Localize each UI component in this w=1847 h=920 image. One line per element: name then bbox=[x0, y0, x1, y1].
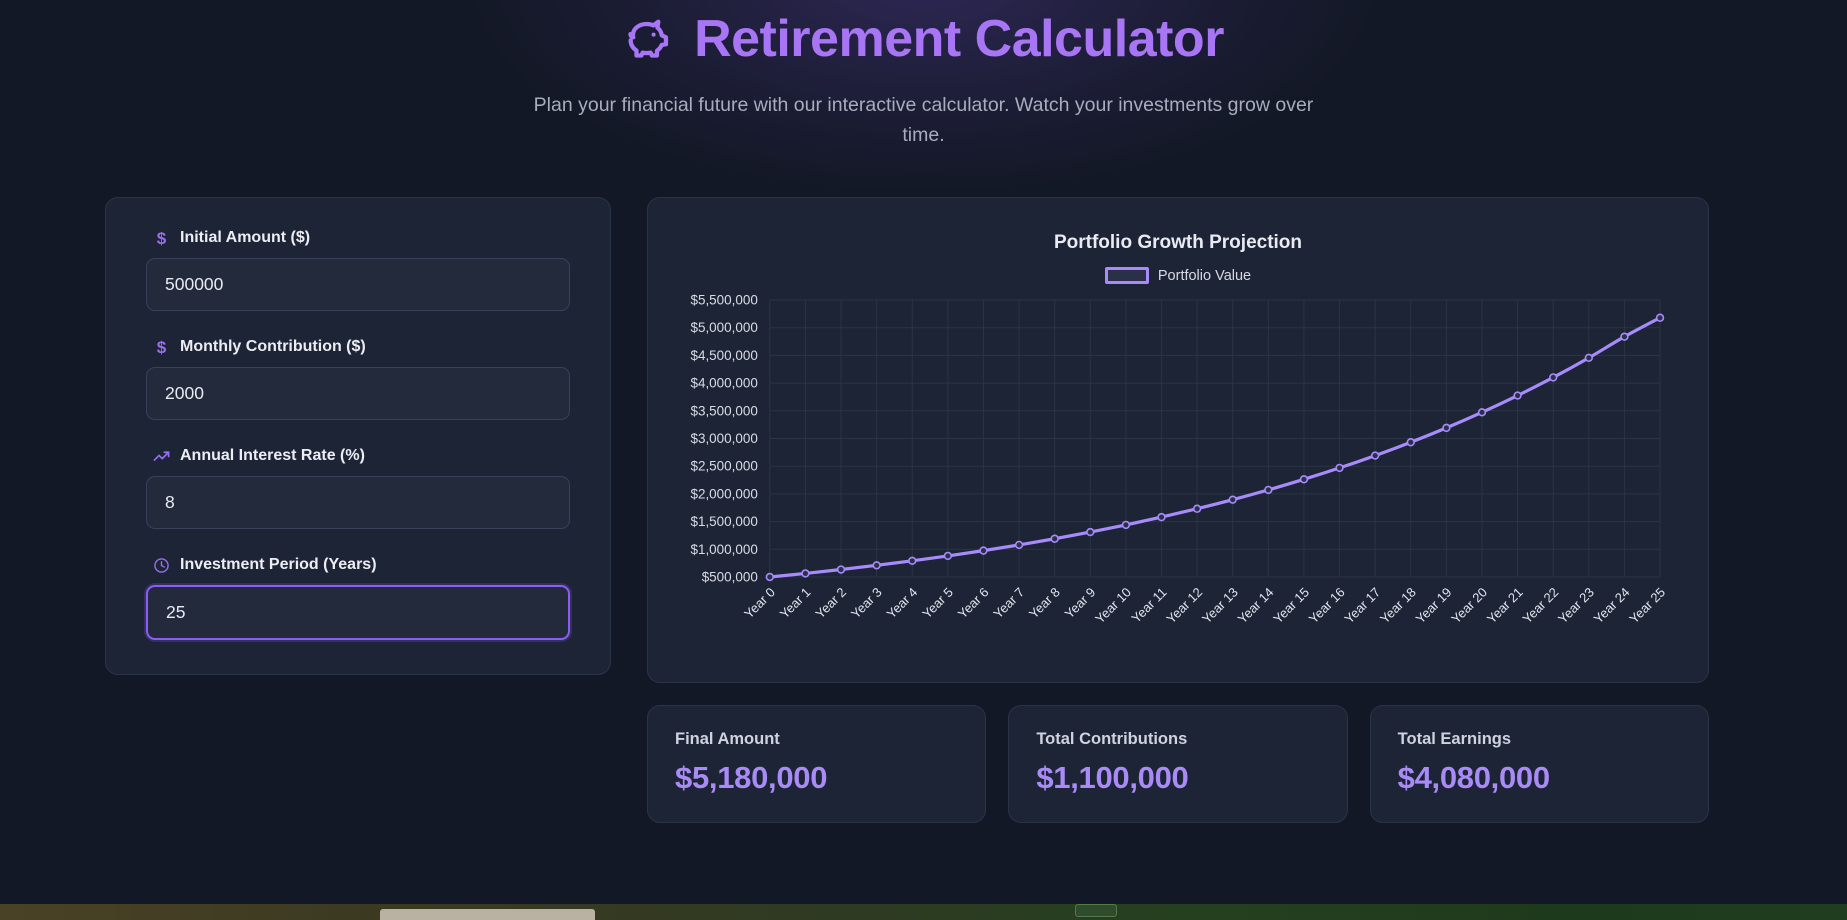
svg-text:Year 2: Year 2 bbox=[812, 585, 849, 622]
field-label-text: Investment Period (Years) bbox=[180, 556, 377, 574]
field-label-row: $ Monthly Contribution ($) bbox=[146, 338, 570, 356]
svg-text:$5,000,000: $5,000,000 bbox=[690, 320, 757, 335]
trending-up-icon bbox=[153, 448, 170, 465]
field-label-text: Monthly Contribution ($) bbox=[180, 338, 366, 356]
stat-label: Total Contributions bbox=[1036, 730, 1188, 749]
chart-title: Portfolio Growth Projection bbox=[1053, 232, 1303, 254]
svg-text:Year 24: Year 24 bbox=[1591, 585, 1633, 627]
field-label-row: Annual Interest Rate (%) bbox=[146, 447, 570, 465]
field-monthly-contribution: $ Monthly Contribution ($) bbox=[146, 338, 570, 421]
stat-value: $4,080,000 bbox=[1397, 760, 1550, 796]
piggy-bank-icon bbox=[623, 13, 677, 67]
svg-text:$2,500,000: $2,500,000 bbox=[690, 459, 757, 474]
stat-value: $1,100,000 bbox=[1036, 760, 1189, 796]
svg-text:Year 22: Year 22 bbox=[1519, 585, 1561, 627]
field-label-row: Investment Period (Years) bbox=[146, 556, 570, 574]
stat-card-total-contributions: Total Contributions $1,100,000 bbox=[1008, 705, 1348, 824]
annual-interest-rate-input[interactable] bbox=[146, 476, 570, 530]
page-subtitle: Plan your financial future with our inte… bbox=[533, 93, 1314, 147]
svg-text:$4,000,000: $4,000,000 bbox=[690, 376, 757, 391]
svg-text:Year 7: Year 7 bbox=[990, 585, 1027, 622]
retirement-calculator-page: Retirement Calculator Plan your financia… bbox=[0, 0, 1847, 920]
background-window-badge bbox=[1075, 904, 1117, 917]
svg-text:Year 4: Year 4 bbox=[884, 585, 921, 622]
legend-swatch-portfolio-value bbox=[1104, 267, 1149, 285]
stat-card-final-amount: Final Amount $5,180,000 bbox=[647, 705, 987, 824]
svg-text:Year 3: Year 3 bbox=[848, 585, 885, 622]
field-initial-amount: $ Initial Amount ($) bbox=[146, 229, 570, 312]
chart-legend[interactable]: Portfolio Value bbox=[678, 267, 1678, 285]
portfolio-growth-line-chart: $5,500,000 $5,000,000 $4,500,000 $4,000,000… bbox=[690, 293, 1668, 627]
svg-text:Year 15: Year 15 bbox=[1270, 585, 1312, 627]
main-content: $ Initial Amount ($) $ Monthly Contribut… bbox=[0, 150, 1847, 824]
svg-text:Year 11: Year 11 bbox=[1128, 585, 1169, 626]
svg-text:Year 0: Year 0 bbox=[741, 585, 778, 622]
svg-text:Year 8: Year 8 bbox=[1026, 585, 1063, 622]
svg-text:Year 1: Year 1 bbox=[777, 585, 814, 622]
svg-text:Year 16: Year 16 bbox=[1306, 585, 1348, 627]
field-annual-interest-rate: Annual Interest Rate (%) bbox=[146, 447, 570, 530]
svg-text:Year 12: Year 12 bbox=[1163, 585, 1205, 627]
field-investment-period: Investment Period (Years) bbox=[146, 556, 570, 641]
field-label-text: Annual Interest Rate (%) bbox=[180, 447, 365, 465]
svg-text:$1,000,000: $1,000,000 bbox=[690, 542, 757, 557]
svg-text:Year 19: Year 19 bbox=[1413, 585, 1455, 627]
svg-text:$3,000,000: $3,000,000 bbox=[690, 431, 757, 446]
svg-text:$500,000: $500,000 bbox=[702, 570, 758, 585]
svg-text:Year 23: Year 23 bbox=[1555, 585, 1597, 627]
summary-cards-row: Final Amount $5,180,000 Total Contributi… bbox=[647, 705, 1709, 824]
svg-text:$1,500,000: $1,500,000 bbox=[690, 514, 757, 529]
monthly-contribution-input[interactable] bbox=[146, 367, 570, 421]
legend-label-portfolio-value: Portfolio Value bbox=[1157, 267, 1252, 284]
svg-text:Year 13: Year 13 bbox=[1199, 585, 1241, 627]
svg-text:Year 17: Year 17 bbox=[1341, 585, 1383, 627]
svg-text:Year 25: Year 25 bbox=[1626, 585, 1668, 627]
field-label-text: Initial Amount ($) bbox=[180, 229, 311, 247]
svg-text:Year 14: Year 14 bbox=[1235, 585, 1277, 627]
dollar-icon: $ bbox=[156, 228, 167, 248]
investment-period-input[interactable] bbox=[146, 585, 570, 641]
field-label-row: $ Initial Amount ($) bbox=[146, 229, 570, 247]
svg-text:$5,500,000: $5,500,000 bbox=[690, 293, 757, 308]
initial-amount-input[interactable] bbox=[146, 258, 570, 312]
svg-text:Year 5: Year 5 bbox=[919, 585, 956, 622]
calculator-form-panel: $ Initial Amount ($) $ Monthly Contribut… bbox=[105, 197, 611, 676]
svg-text:$2,000,000: $2,000,000 bbox=[690, 487, 757, 502]
title-row: Retirement Calculator bbox=[0, 10, 1847, 70]
svg-text:Year 6: Year 6 bbox=[955, 585, 992, 622]
plot-area: $5,500,000 $5,000,000 $4,500,000 $4,000,000… bbox=[678, 292, 1678, 672]
stat-label: Final Amount bbox=[675, 730, 780, 749]
dollar-icon: $ bbox=[156, 337, 167, 357]
svg-text:Year 20: Year 20 bbox=[1448, 585, 1490, 627]
desktop-taskbar-strip bbox=[0, 904, 1847, 920]
background-window-edge bbox=[380, 909, 595, 920]
svg-text:$3,500,000: $3,500,000 bbox=[690, 404, 757, 419]
chart-panel: Portfolio Growth Projection Portfolio Va… bbox=[647, 197, 1709, 684]
svg-text:Year 10: Year 10 bbox=[1092, 585, 1134, 627]
svg-text:$4,500,000: $4,500,000 bbox=[690, 348, 757, 363]
page-header: Retirement Calculator Plan your financia… bbox=[0, 0, 1847, 150]
stat-label: Total Earnings bbox=[1397, 730, 1512, 749]
stat-card-total-earnings: Total Earnings $4,080,000 bbox=[1369, 705, 1709, 824]
svg-text:Year 21: Year 21 bbox=[1484, 585, 1526, 627]
results-column: Portfolio Growth Projection Portfolio Va… bbox=[647, 197, 1709, 824]
page-title: Retirement Calculator bbox=[694, 10, 1224, 68]
svg-text:Year 18: Year 18 bbox=[1377, 585, 1419, 627]
clock-icon bbox=[153, 557, 170, 574]
stat-value: $5,180,000 bbox=[675, 760, 828, 796]
